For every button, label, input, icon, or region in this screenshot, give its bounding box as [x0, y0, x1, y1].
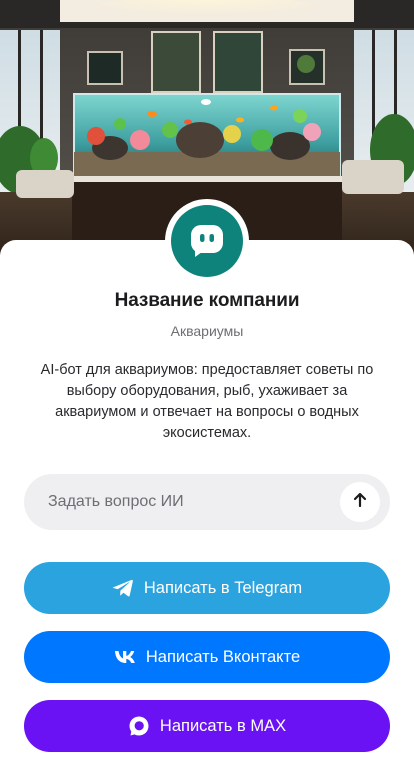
company-description: AI-бот для аквариумов: предоставляет сов… [40, 362, 374, 441]
avatar-badge [171, 205, 243, 277]
max-button-label: Написать в MAX [159, 716, 287, 735]
ask-ai-input[interactable] [24, 474, 324, 530]
telegram-button[interactable]: Написать в Telegram [24, 562, 390, 614]
max-icon [128, 715, 150, 737]
chat-bot-icon [186, 218, 228, 265]
telegram-button-label: Написать в Telegram [143, 578, 303, 597]
vk-button[interactable]: Написать Вконтакте [24, 631, 390, 683]
company-name: Название компании [114, 290, 300, 311]
max-button[interactable]: Написать в MAX [24, 700, 390, 752]
company-category: Аквариумы [170, 323, 244, 339]
telegram-icon [112, 578, 134, 598]
arrow-up-icon [351, 491, 369, 514]
vk-button-label: Написать Вконтакте [145, 647, 301, 666]
avatar [165, 199, 249, 283]
send-button[interactable] [340, 482, 380, 522]
ask-ai-field [24, 474, 390, 530]
vk-icon [114, 650, 136, 664]
